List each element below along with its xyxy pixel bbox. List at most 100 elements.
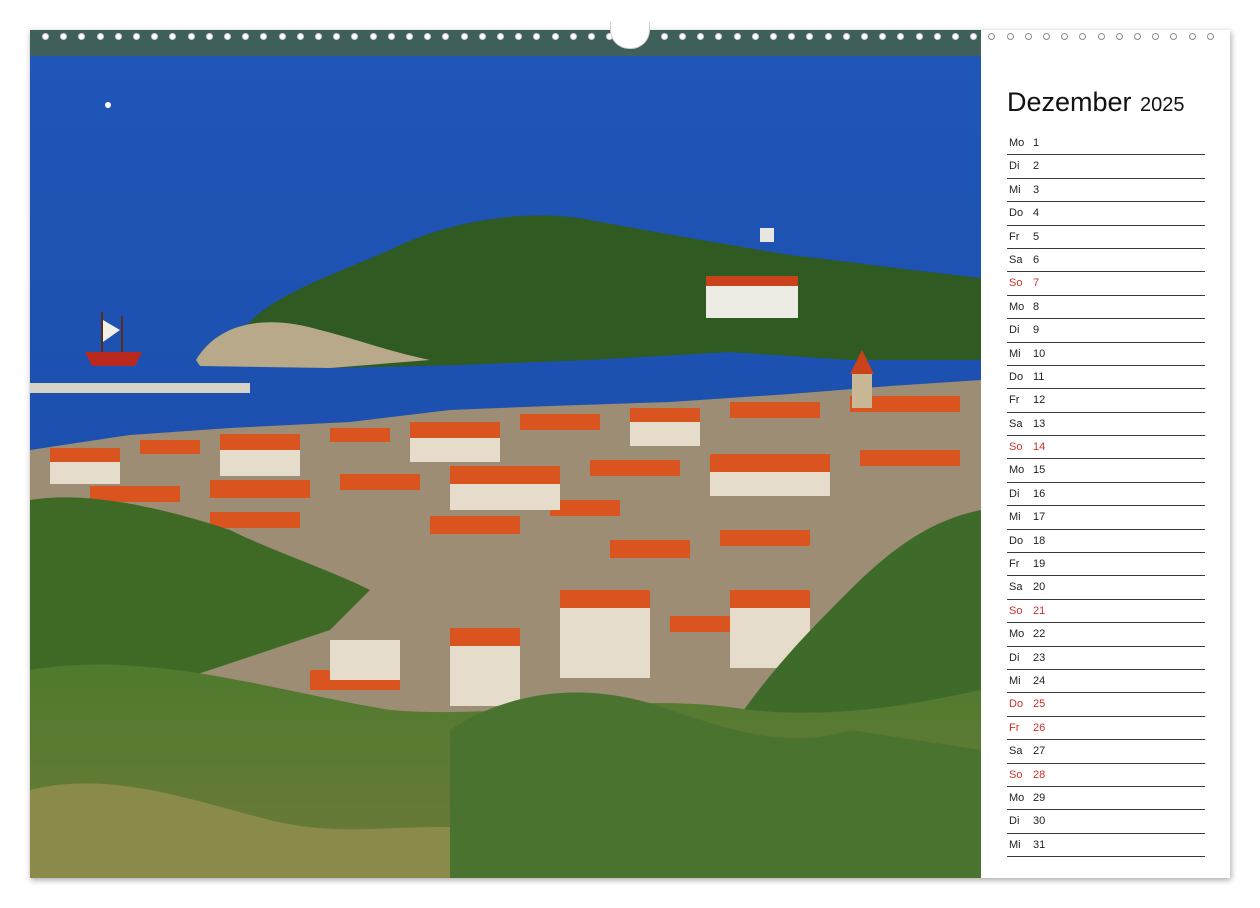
day-number: 19 [1033,558,1046,571]
weekday-label: Mi [1009,511,1021,524]
day-row: So 7 [1007,272,1205,296]
day-number: 4 [1033,207,1040,220]
day-number: 2 [1033,160,1040,173]
weekday-label: Di [1009,324,1020,337]
weekday-label: Mo [1009,137,1025,149]
day-row: Mo 15 [1007,459,1205,483]
day-list: Mo 1 Di 2 Mi 3 Do 4 Fr 5 Sa 6 So 7 Mo 8 Di 9 Mi 10 Do 11 Fr 12 S… [1007,132,1205,858]
weekday-label: Mi [1009,838,1021,851]
day-number: 24 [1033,674,1046,687]
month-title: Dezember 2025 [1007,86,1205,118]
day-row: Do 25 [1007,693,1205,717]
day-number: 5 [1033,230,1040,243]
weekday-label: Fr [1009,721,1020,734]
weekday-label: Mo [1009,464,1025,477]
day-row: Mi 31 [1007,834,1205,858]
weekday-label: Fr [1009,558,1020,571]
distant-coast [30,30,981,56]
hotel-roof [706,276,798,286]
day-row: Do 4 [1007,202,1205,226]
day-number: 17 [1033,511,1046,524]
day-row: Mi 3 [1007,179,1205,203]
lighthouse [760,228,774,242]
day-row: Do 11 [1007,366,1205,390]
day-row: Fr 19 [1007,553,1205,577]
breakwater [30,383,250,393]
day-row: Di 2 [1007,155,1205,179]
day-row: Di 9 [1007,319,1205,343]
day-row: Fr 12 [1007,389,1205,413]
day-row: So 21 [1007,600,1205,624]
weekday-label: Mo [1009,628,1025,641]
weekday-label: Mi [1009,347,1021,360]
church-tower [852,374,872,408]
calendar-panel: Dezember 2025 Mo 1 Di 2 Mi 3 Do 4 Fr 5 Sa 6 So 7 Mo 8 Di… [1007,86,1205,858]
day-row: Sa 27 [1007,740,1205,764]
weekday-label: So [1009,277,1023,290]
day-row: So 28 [1007,764,1205,787]
day-number: 12 [1033,394,1046,407]
day-number: 7 [1033,277,1040,290]
day-number: 9 [1033,324,1040,337]
weekday-label: Mo [1009,791,1025,804]
day-number: 6 [1033,253,1040,266]
weekday-label: Do [1009,534,1024,547]
day-row: Sa 6 [1007,249,1205,273]
coastal-town-photo [30,30,981,878]
weekday-label: Fr [1009,230,1020,243]
day-number: 29 [1033,791,1046,804]
day-number: 26 [1033,721,1046,734]
day-row: Sa 20 [1007,576,1205,600]
day-number: 23 [1033,651,1046,664]
day-row: So 14 [1007,436,1205,460]
weekday-label: Sa [1009,745,1023,758]
day-row: Sa 13 [1007,413,1205,437]
day-number: 8 [1033,300,1040,313]
day-row: Do 18 [1007,530,1205,554]
weekday-label: Mi [1009,183,1021,196]
day-row: Di 16 [1007,483,1205,507]
weekday-label: Di [1009,815,1020,828]
day-number: 3 [1033,183,1040,196]
weekday-label: Do [1009,698,1024,711]
day-number: 31 [1033,838,1046,851]
day-number: 21 [1033,604,1046,617]
day-number: 15 [1033,464,1046,477]
weekday-label: Sa [1009,253,1023,266]
weekday-label: Mo [1009,300,1025,313]
distant-boat [105,102,111,108]
day-number: 10 [1033,347,1046,360]
weekday-label: Sa [1009,581,1023,594]
weekday-label: Di [1009,160,1020,173]
day-row: Di 23 [1007,647,1205,670]
weekday-label: So [1009,604,1023,617]
day-number: 27 [1033,745,1046,758]
day-number: 1 [1033,137,1040,149]
day-row: Fr 5 [1007,226,1205,249]
weekday-label: Di [1009,651,1020,664]
weekday-label: Sa [1009,417,1023,430]
day-row: Mo 22 [1007,623,1205,647]
weekday-label: Do [1009,207,1024,220]
year-label: 2025 [1140,94,1185,116]
weekday-label: Fr [1009,394,1020,407]
day-number: 22 [1033,628,1046,641]
weekday-label: Di [1009,487,1020,500]
day-row: Mo 8 [1007,296,1205,320]
day-row: Fr 26 [1007,717,1205,741]
day-row: Mo 1 [1007,132,1205,156]
day-row: Mi 24 [1007,670,1205,694]
day-number: 11 [1033,370,1045,383]
day-row: Di 30 [1007,810,1205,834]
weekday-label: Mi [1009,674,1021,687]
photo-illustration [30,30,981,878]
day-number: 30 [1033,815,1046,828]
day-number: 20 [1033,581,1046,594]
day-number: 13 [1033,417,1046,430]
weekday-label: So [1009,768,1023,781]
month-name: Dezember [1007,87,1132,117]
weekday-label: So [1009,441,1023,454]
day-number: 25 [1033,698,1046,711]
day-number: 14 [1033,441,1046,454]
day-number: 16 [1033,487,1046,500]
